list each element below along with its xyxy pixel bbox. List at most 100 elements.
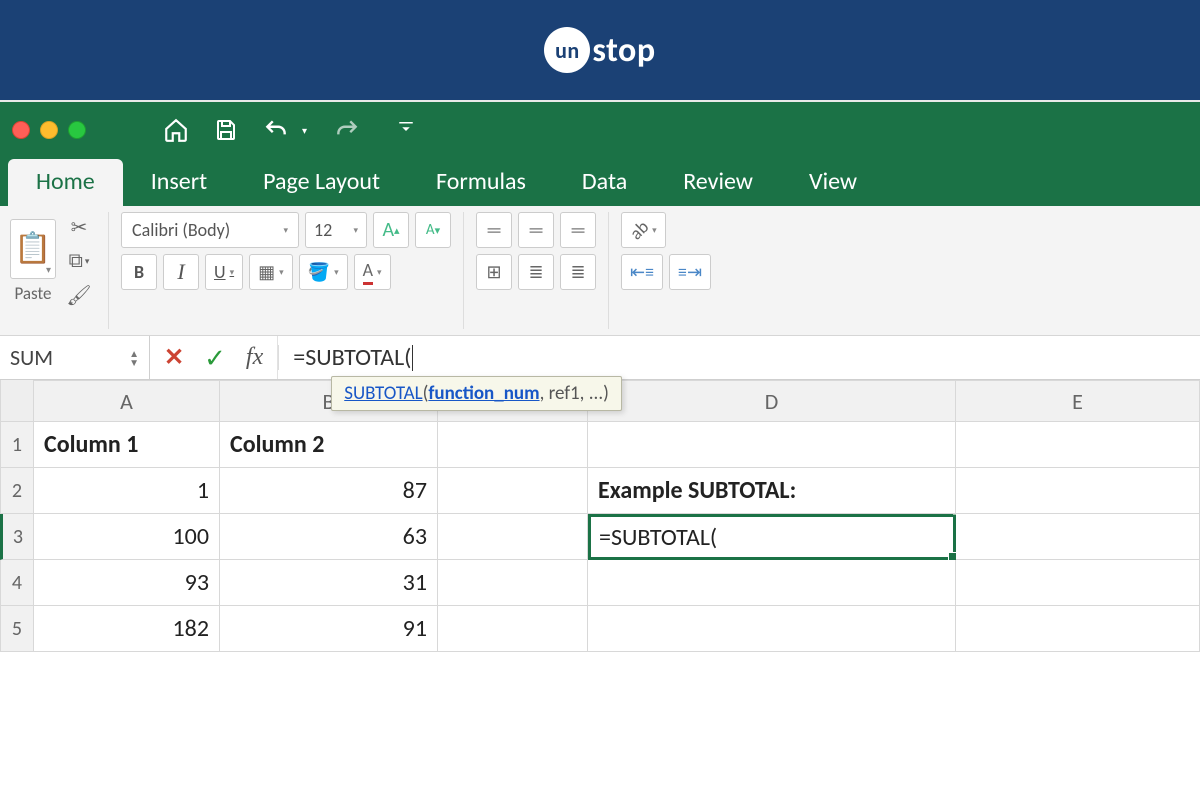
format-painter-icon[interactable]: 🖌 xyxy=(62,280,96,310)
align-center-button[interactable]: ≣ xyxy=(518,254,554,290)
row-header-3[interactable]: 3 xyxy=(0,514,34,560)
orientation-button[interactable]: ab▾ xyxy=(621,212,666,248)
ribbon-tabs: Home Insert Page Layout Formulas Data Re… xyxy=(0,158,1200,206)
cell-b3[interactable]: 63 xyxy=(220,514,438,560)
logo-circle: un xyxy=(544,27,590,73)
cell-d3-text: =SUBTOTAL( xyxy=(599,523,717,552)
fx-label[interactable]: fx xyxy=(246,344,263,371)
cell-a4[interactable]: 93 xyxy=(34,560,220,606)
cell-a2[interactable]: 1 xyxy=(34,468,220,514)
col-header-a[interactable]: A xyxy=(34,380,220,422)
traffic-lights xyxy=(12,121,86,139)
undo-dropdown-caret[interactable]: ▾ xyxy=(302,124,307,137)
cell-b1[interactable]: Column 2 xyxy=(220,422,438,468)
cell-e4[interactable] xyxy=(956,560,1200,606)
align-middle-button[interactable]: ═ xyxy=(518,212,554,248)
grid-row-3: 100 63 =SUBTOTAL( xyxy=(34,514,1200,560)
close-window-button[interactable] xyxy=(12,121,30,139)
font-size-select[interactable]: 12▾ xyxy=(305,212,367,248)
tooltip-function-name[interactable]: SUBTOTAL xyxy=(344,382,422,405)
tab-home[interactable]: Home xyxy=(8,159,123,206)
maximize-window-button[interactable] xyxy=(68,121,86,139)
align-top-button[interactable]: ═ xyxy=(476,212,512,248)
ribbon-group-alignment: ═ ═ ═ ⊞ ≣ ≣ xyxy=(476,212,609,329)
window-titlebar: ▾ xyxy=(0,100,1200,158)
bold-button[interactable]: B xyxy=(121,254,157,290)
name-box[interactable]: SUM ▲▼ xyxy=(0,336,150,379)
align-bottom-button[interactable]: ═ xyxy=(560,212,596,248)
tab-data[interactable]: Data xyxy=(554,159,655,206)
shrink-font-button[interactable]: A▾ xyxy=(415,212,451,248)
page-banner: un stop xyxy=(0,0,1200,100)
paste-label: Paste xyxy=(10,283,56,304)
tooltip-arg-function-num[interactable]: function_num xyxy=(428,382,539,405)
row-header-5[interactable]: 5 xyxy=(0,606,34,652)
borders-button[interactable]: ▦▾ xyxy=(249,254,293,290)
cell-e1[interactable] xyxy=(956,422,1200,468)
save-icon[interactable] xyxy=(206,110,246,150)
grow-font-button[interactable]: A▴ xyxy=(373,212,409,248)
cell-c2[interactable] xyxy=(438,468,588,514)
font-color-button[interactable]: A▾ xyxy=(354,254,391,290)
cell-e5[interactable] xyxy=(956,606,1200,652)
formula-controls: ✕ ✓ fx xyxy=(150,336,278,379)
select-all-corner[interactable] xyxy=(0,380,34,422)
col-header-e[interactable]: E xyxy=(956,380,1200,422)
cell-a3[interactable]: 100 xyxy=(34,514,220,560)
cell-d4[interactable] xyxy=(588,560,956,606)
cut-icon[interactable]: ✂ xyxy=(62,212,96,242)
formula-input[interactable]: =SUBTOTAL( SUBTOTAL(function_num, ref1, … xyxy=(279,336,1200,379)
font-name-select[interactable]: Calibri (Body)▾ xyxy=(121,212,299,248)
paste-button[interactable]: 📋▾ xyxy=(10,219,56,279)
cell-b2[interactable]: 87 xyxy=(220,468,438,514)
cell-d1[interactable] xyxy=(588,422,956,468)
undo-icon[interactable] xyxy=(256,110,296,150)
tab-insert[interactable]: Insert xyxy=(123,159,235,206)
tab-formulas[interactable]: Formulas xyxy=(408,159,554,206)
cell-e3[interactable] xyxy=(956,514,1200,560)
cell-a1[interactable]: Column 1 xyxy=(34,422,220,468)
cell-c1[interactable] xyxy=(438,422,588,468)
minimize-window-button[interactable] xyxy=(40,121,58,139)
underline-button[interactable]: U▾ xyxy=(205,254,243,290)
formula-tooltip: SUBTOTAL(function_num, ref1, ...) xyxy=(331,376,622,411)
grid-row-4: 93 31 xyxy=(34,560,1200,606)
cancel-formula-button[interactable]: ✕ xyxy=(164,343,184,372)
row-header-4[interactable]: 4 xyxy=(0,560,34,606)
tab-review[interactable]: Review xyxy=(655,159,781,206)
grid-row-5: 182 91 xyxy=(34,606,1200,652)
accept-formula-button[interactable]: ✓ xyxy=(204,342,226,374)
logo-text: stop xyxy=(592,30,655,71)
row-headers: 1 2 3 4 5 xyxy=(0,380,34,652)
decrease-indent-button[interactable]: ⇤≡ xyxy=(621,254,663,290)
row-header-1[interactable]: 1 xyxy=(0,422,34,468)
fill-color-button[interactable]: 🪣▾ xyxy=(299,254,348,290)
align-right-button[interactable]: ≣ xyxy=(560,254,596,290)
ribbon-home: 📋▾ Paste ✂ ⧉▾ 🖌 Calibri (Body)▾ 12▾ A▴ A… xyxy=(0,206,1200,336)
cell-c3[interactable] xyxy=(438,514,588,560)
copy-icon[interactable]: ⧉▾ xyxy=(62,246,96,276)
name-box-value: SUM xyxy=(10,344,53,371)
formula-bar: SUM ▲▼ ✕ ✓ fx =SUBTOTAL( SUBTOTAL(functi… xyxy=(0,336,1200,380)
cell-b4[interactable]: 31 xyxy=(220,560,438,606)
row-header-2[interactable]: 2 xyxy=(0,468,34,514)
increase-indent-button[interactable]: ≡⇥ xyxy=(669,254,711,290)
tab-page-layout[interactable]: Page Layout xyxy=(235,159,408,206)
italic-button[interactable]: I xyxy=(163,254,199,290)
cell-d2[interactable]: Example SUBTOTAL: xyxy=(588,468,956,514)
cell-b5[interactable]: 91 xyxy=(220,606,438,652)
cell-d3-active[interactable]: =SUBTOTAL( xyxy=(588,514,956,560)
cell-a5[interactable]: 182 xyxy=(34,606,220,652)
quick-access-overflow[interactable] xyxy=(397,119,415,142)
merge-cells-button[interactable]: ⊞ xyxy=(476,254,512,290)
name-box-spinner[interactable]: ▲▼ xyxy=(129,349,139,367)
redo-icon[interactable] xyxy=(327,110,367,150)
ribbon-group-indent: ab▾ ⇤≡ ≡⇥ xyxy=(621,212,723,329)
cell-d5[interactable] xyxy=(588,606,956,652)
cell-c5[interactable] xyxy=(438,606,588,652)
tab-view[interactable]: View xyxy=(781,159,885,206)
cell-c4[interactable] xyxy=(438,560,588,606)
cell-e2[interactable] xyxy=(956,468,1200,514)
home-icon[interactable] xyxy=(156,110,196,150)
col-header-d[interactable]: D xyxy=(588,380,956,422)
